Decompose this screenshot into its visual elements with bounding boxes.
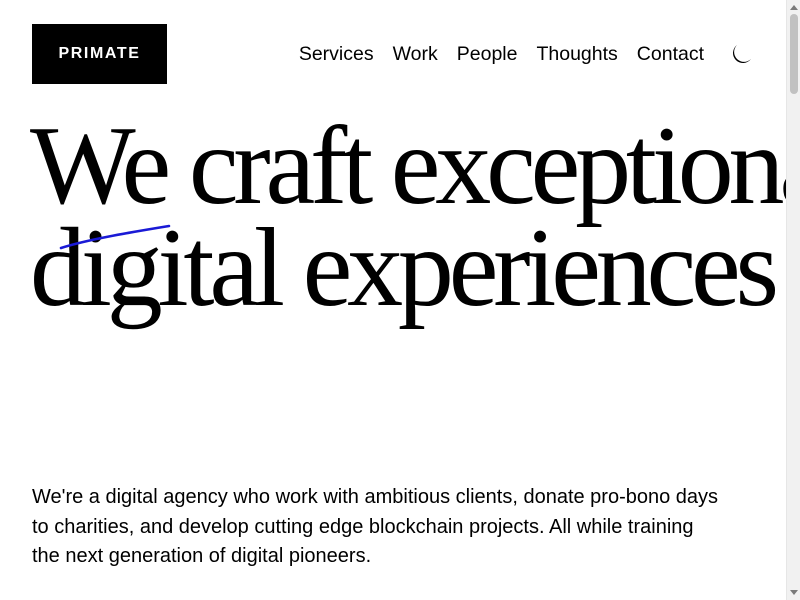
logo-text: PRIMATE: [58, 45, 141, 62]
nav-link-contact[interactable]: Contact: [637, 41, 704, 67]
hero-heading: We craft exceptional digital experiences: [30, 104, 786, 330]
moon-icon[interactable]: [728, 42, 754, 68]
primate-logo-link[interactable]: PRIMATE: [32, 24, 167, 84]
page: PRIMATE Services Work People Thoughts Co…: [0, 0, 786, 600]
scroll-down-arrow-icon[interactable]: [790, 590, 798, 595]
nav-link-services[interactable]: Services: [299, 41, 374, 67]
scroll-up-arrow-icon[interactable]: [790, 5, 798, 10]
nav-link-work[interactable]: Work: [393, 41, 438, 67]
main-nav: Services Work People Thoughts Contact: [299, 41, 704, 67]
scrollbar-thumb[interactable]: [790, 14, 798, 94]
vertical-scrollbar[interactable]: [786, 0, 800, 600]
hero-line-1: We craft exceptional: [30, 104, 786, 228]
hero-line-2: digital experiences: [30, 206, 779, 330]
nav-link-thoughts[interactable]: Thoughts: [536, 41, 617, 67]
nav-link-people[interactable]: People: [457, 41, 518, 67]
intro-paragraph: We're a digital agency who work with amb…: [32, 486, 719, 567]
